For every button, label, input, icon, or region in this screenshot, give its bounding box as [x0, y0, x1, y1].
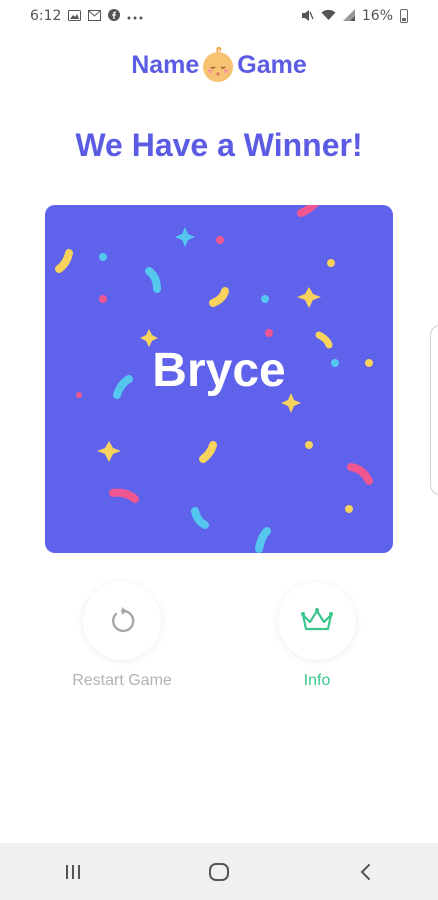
page-title: We Have a Winner! [75, 127, 363, 163]
home-icon [209, 862, 229, 881]
restart-game-action[interactable]: Restart Game [57, 582, 187, 690]
signal-icon [342, 9, 355, 23]
facebook-icon [108, 9, 121, 23]
back-button[interactable] [335, 852, 395, 892]
logo-text-name: Name [131, 50, 200, 79]
crown-icon [301, 608, 333, 631]
more-icon [127, 10, 143, 22]
info-label[interactable]: Info [304, 672, 331, 690]
winner-name: Bryce [152, 344, 286, 397]
logo-text-game: Game [237, 50, 307, 79]
info-action[interactable]: Info [252, 582, 382, 690]
restart-icon [112, 607, 135, 633]
baby-face-icon [203, 47, 234, 82]
winner-card: Bryce [45, 205, 393, 553]
edge-panel-handle[interactable] [430, 325, 438, 495]
mute-icon [301, 9, 314, 24]
wifi-icon [321, 9, 336, 23]
battery-percent: 16% [361, 8, 393, 24]
status-right: 16% [301, 8, 408, 24]
back-icon [360, 863, 370, 880]
info-button[interactable] [278, 582, 356, 660]
battery-icon [400, 9, 408, 23]
restart-game-label[interactable]: Restart Game [72, 672, 172, 690]
app-logo: Name Game [0, 47, 438, 83]
image-icon [68, 9, 82, 23]
mail-icon [88, 9, 102, 23]
status-left: 6:12 [30, 8, 143, 24]
recents-button[interactable] [43, 852, 103, 892]
home-button[interactable] [189, 852, 249, 892]
system-nav-bar [0, 843, 438, 900]
recents-icon [66, 864, 80, 879]
status-bar: 6:12 16% [0, 0, 438, 32]
status-time: 6:12 [30, 8, 62, 24]
restart-game-button[interactable] [83, 582, 161, 660]
